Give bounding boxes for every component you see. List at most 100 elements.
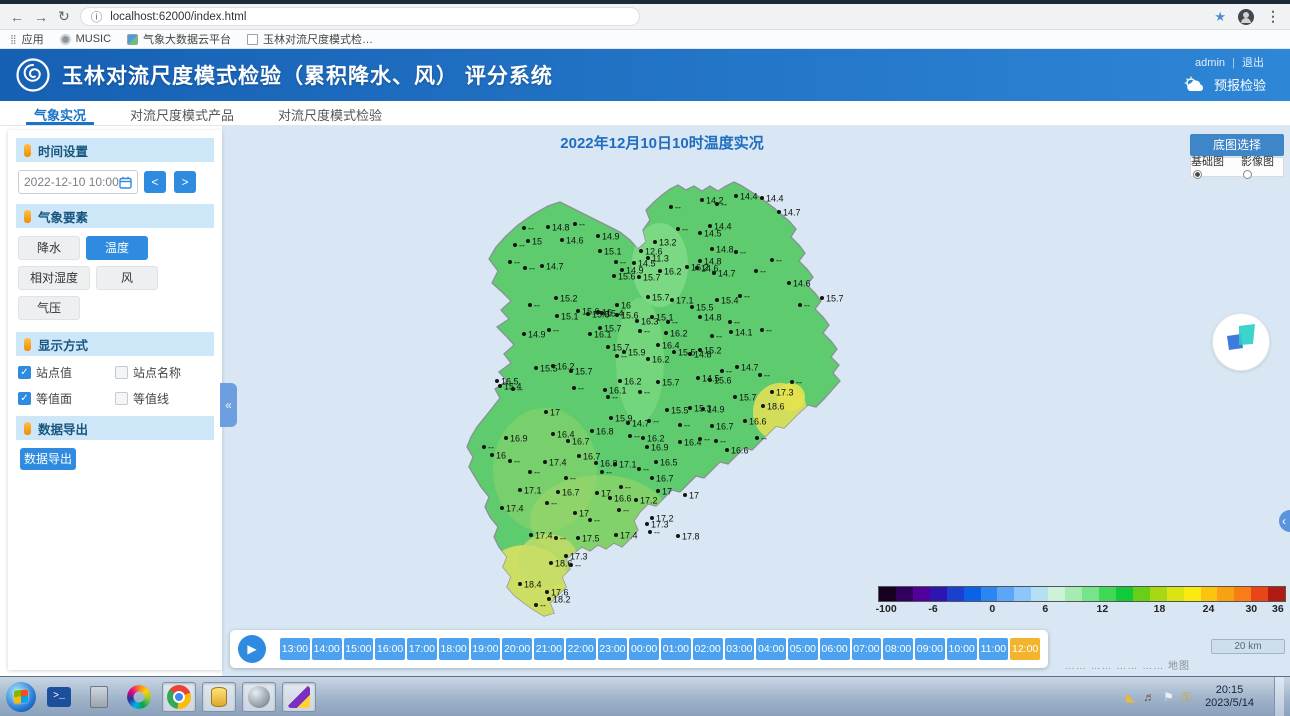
basemap-option-0[interactable]: 基础图 xyxy=(1191,153,1233,181)
taskbar-clock[interactable]: 20:15 2023/5/14 xyxy=(1199,684,1260,710)
time-chip-1[interactable]: 14:00 xyxy=(312,638,342,660)
mode-switch[interactable]: 预报检验 xyxy=(1182,75,1266,94)
element-button-2[interactable]: 相对湿度 xyxy=(18,266,90,290)
taskbar-paint-tool[interactable] xyxy=(282,682,316,712)
display-option-3[interactable]: 等值线 xyxy=(115,390,212,407)
time-chip-21[interactable]: 10:00 xyxy=(947,638,977,660)
forward-icon[interactable]: → xyxy=(34,9,48,25)
checkbox-icon[interactable] xyxy=(115,366,128,379)
time-chip-16[interactable]: 05:00 xyxy=(788,638,818,660)
time-chip-22[interactable]: 11:00 xyxy=(979,638,1009,660)
time-chip-2[interactable]: 15:00 xyxy=(344,638,374,660)
datetime-input[interactable]: 2022-12-10 10:00 xyxy=(18,170,138,194)
station-dot xyxy=(650,476,654,480)
checkbox-icon[interactable] xyxy=(115,392,128,405)
bookmark-yulin-system[interactable]: 玉林对流尺度模式检… xyxy=(247,31,373,47)
database-icon xyxy=(211,687,227,707)
taskbar-powershell[interactable]: >_ xyxy=(42,682,76,712)
address-input[interactable]: ⓘ localhost:62000/index.html xyxy=(80,7,640,26)
station-value: 15.9 xyxy=(628,348,646,358)
refresh-icon[interactable]: ↻ xyxy=(58,8,70,25)
station-dot xyxy=(725,448,729,452)
element-button-4[interactable]: 气压 xyxy=(18,296,80,320)
tray-flag-icon[interactable]: ⚑ xyxy=(1163,691,1174,703)
time-chip-18[interactable]: 07:00 xyxy=(852,638,882,660)
checkbox-checked-icon[interactable]: ✓ xyxy=(18,392,31,405)
checkbox-checked-icon[interactable]: ✓ xyxy=(18,366,31,379)
time-chip-7[interactable]: 20:00 xyxy=(502,638,532,660)
tray-volume-muted-icon[interactable]: ♬ xyxy=(1143,691,1155,703)
display-option-0[interactable]: ✓站点值 xyxy=(18,364,115,381)
element-button-0[interactable]: 降水 xyxy=(18,236,80,260)
show-desktop-button[interactable] xyxy=(1274,677,1284,716)
time-chip-10[interactable]: 23:00 xyxy=(598,638,628,660)
back-icon[interactable]: ← xyxy=(10,9,24,25)
time-chip-9[interactable]: 22:00 xyxy=(566,638,596,660)
time-chip-11[interactable]: 00:00 xyxy=(629,638,659,660)
taskbar-globe-app[interactable] xyxy=(242,682,276,712)
station-value: -- xyxy=(643,465,649,475)
time-chip-14[interactable]: 03:00 xyxy=(725,638,755,660)
tab-0[interactable]: 气象实况 xyxy=(12,101,108,125)
display-options: ✓站点值站点名称✓等值面等值线 xyxy=(16,364,214,407)
data-export-button[interactable]: 数据导出 xyxy=(20,448,76,470)
station-value: 16 xyxy=(496,451,506,461)
browser-menu-icon[interactable]: ⋮ xyxy=(1266,8,1280,25)
time-chip-0[interactable]: 13:00 xyxy=(280,638,310,660)
station-value: 16.2 xyxy=(664,267,682,277)
play-button[interactable]: ▶ xyxy=(238,635,266,663)
station-dot xyxy=(615,354,619,358)
station-value: 16.6 xyxy=(749,417,767,427)
colorbar-band xyxy=(878,586,1286,602)
bookmark-music[interactable]: MUSIC xyxy=(60,33,111,45)
station-dot xyxy=(569,563,573,567)
tab-2[interactable]: 对流尺度模式检验 xyxy=(256,101,404,125)
station-dot xyxy=(556,490,560,494)
element-button-3[interactable]: 风 xyxy=(96,266,158,290)
time-next-button[interactable]: > xyxy=(174,171,196,193)
station-dot xyxy=(526,239,530,243)
tray-lock-icon[interactable]: ⚿ xyxy=(1182,691,1191,703)
calendar-icon[interactable] xyxy=(119,176,132,189)
taskbar-database-tool[interactable] xyxy=(202,682,236,712)
start-button[interactable] xyxy=(6,682,36,712)
time-chip-3[interactable]: 16:00 xyxy=(375,638,405,660)
info-icon[interactable]: ⓘ xyxy=(91,9,103,25)
tianditu-logo[interactable] xyxy=(1212,313,1270,371)
time-chip-19[interactable]: 08:00 xyxy=(883,638,913,660)
element-button-1[interactable]: 温度 xyxy=(86,236,148,260)
time-chip-15[interactable]: 04:00 xyxy=(756,638,786,660)
time-chip-6[interactable]: 19:00 xyxy=(471,638,501,660)
screen: ← → ↻ ⓘ localhost:62000/index.html ★ ⋮ ⣿… xyxy=(0,0,1290,716)
station-dot xyxy=(656,343,660,347)
time-chip-4[interactable]: 17:00 xyxy=(407,638,437,660)
taskbar-browser360[interactable] xyxy=(122,682,156,712)
radio-icon[interactable] xyxy=(1193,170,1202,179)
bookmark-apps[interactable]: ⣿ 应用 xyxy=(10,31,44,47)
logout-link[interactable]: 退出 xyxy=(1242,57,1264,69)
time-chip-20[interactable]: 09:00 xyxy=(915,638,945,660)
display-option-2[interactable]: ✓等值面 xyxy=(18,390,115,407)
sidebar-collapse-tab[interactable]: « xyxy=(220,383,237,427)
time-chip-17[interactable]: 06:00 xyxy=(820,638,850,660)
bookmark-star-icon[interactable]: ★ xyxy=(1214,9,1226,25)
display-option-1[interactable]: 站点名称 xyxy=(115,364,212,381)
time-chip-8[interactable]: 21:00 xyxy=(534,638,564,660)
basemap-option-1[interactable]: 影像图 xyxy=(1241,153,1283,181)
time-chip-23[interactable]: 12:00 xyxy=(1010,638,1040,660)
radio-icon[interactable] xyxy=(1243,170,1252,179)
taskbar-server-app[interactable] xyxy=(82,682,116,712)
time-chip-12[interactable]: 01:00 xyxy=(661,638,691,660)
profile-avatar[interactable] xyxy=(1238,9,1254,25)
tab-1[interactable]: 对流尺度模式产品 xyxy=(108,101,256,125)
station-value: 12.6 xyxy=(645,247,663,257)
map-canvas[interactable]: 14.214.414.414.7----14.8--14.91514.613.2… xyxy=(222,126,1290,676)
bookmark-cloud-platform[interactable]: 气象大数据云平台 xyxy=(127,31,231,47)
time-chip-13[interactable]: 02:00 xyxy=(693,638,723,660)
taskbar-chrome[interactable] xyxy=(162,682,196,712)
station-dot xyxy=(743,419,747,423)
station-dot xyxy=(490,453,494,457)
tray-shield-icon[interactable]: ◣ xyxy=(1126,691,1135,703)
time-prev-button[interactable]: < xyxy=(144,171,166,193)
time-chip-5[interactable]: 18:00 xyxy=(439,638,469,660)
